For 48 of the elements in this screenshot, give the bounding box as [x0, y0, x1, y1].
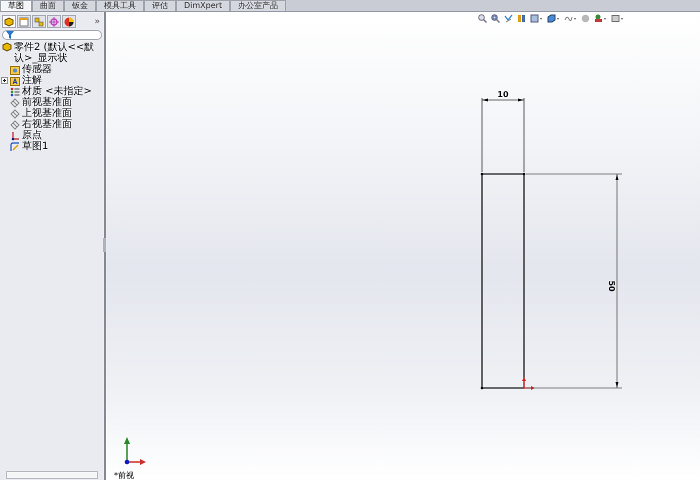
origin-icon: [10, 130, 20, 140]
tree-item[interactable]: 草图1: [22, 141, 48, 152]
view-orientation-icon[interactable]: [530, 14, 543, 23]
plane-icon: [10, 120, 20, 130]
tree-item[interactable]: 原点: [22, 130, 42, 141]
tree-item[interactable]: 注解: [22, 75, 42, 86]
command-tab[interactable]: 钣金: [64, 0, 96, 11]
property-tab[interactable]: [17, 15, 31, 28]
scene-icon[interactable]: [594, 14, 607, 23]
sketch-origin-icon: [522, 377, 535, 390]
folder-icon: [10, 76, 20, 86]
sketch-icon: [10, 142, 20, 152]
command-tab[interactable]: 草图: [0, 0, 32, 11]
command-tab[interactable]: 模具工具: [96, 0, 144, 11]
filter-field[interactable]: [2, 30, 102, 40]
command-tab[interactable]: 评估: [144, 0, 176, 11]
view-name: *前视: [114, 471, 134, 480]
display-style-icon[interactable]: [547, 14, 560, 23]
tree-item[interactable]: 材质 <未指定>: [22, 86, 92, 97]
tree-item[interactable]: 上视基准面: [22, 108, 72, 119]
tree-item[interactable]: 零件2 (默认<<默认>_显示状: [14, 42, 104, 64]
command-tab[interactable]: 办公室产品: [230, 0, 286, 11]
view-settings-icon[interactable]: [611, 14, 624, 23]
axis-triad-icon: [124, 437, 146, 465]
command-tab[interactable]: DimXpert: [176, 0, 230, 11]
vertical-dimension[interactable]: 50: [526, 174, 622, 388]
filter-icon: [6, 31, 14, 39]
part-icon: [2, 42, 12, 52]
tree-item[interactable]: 右视基准面: [22, 119, 72, 130]
configuration-tab[interactable]: [32, 15, 46, 28]
previous-view-icon[interactable]: [504, 14, 513, 23]
display-tab[interactable]: [62, 15, 76, 28]
section-view-icon[interactable]: [517, 14, 526, 23]
tree-item[interactable]: 前视基准面: [22, 97, 72, 108]
horizontal-dimension[interactable]: 10: [482, 90, 524, 172]
hide-show-icon[interactable]: [564, 14, 577, 23]
tree-item[interactable]: 传感器: [22, 64, 52, 75]
feature-tree-tab[interactable]: [2, 15, 16, 28]
plane-icon: [10, 98, 20, 108]
command-tab[interactable]: 曲面: [32, 0, 64, 11]
material-icon: [10, 86, 20, 96]
zoom-icon[interactable]: [478, 14, 487, 23]
folder-icon: [10, 64, 20, 74]
expand-icon[interactable]: [0, 77, 8, 84]
horizontal-scrollbar[interactable]: [6, 471, 98, 479]
plane-icon: [10, 108, 20, 118]
more-tabs-chevron[interactable]: »: [94, 16, 102, 26]
zoom-area-icon[interactable]: [491, 14, 500, 23]
